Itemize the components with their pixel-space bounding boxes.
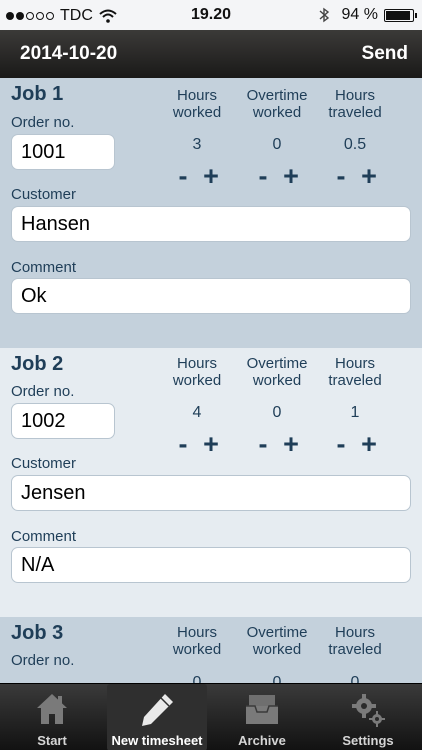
nav-bar: 2014-10-20 Send <box>0 30 422 78</box>
job-section-1: Job 1 Order no. 1001 Hours worked 3 - + Ov… <box>0 78 422 348</box>
home-icon <box>37 694 67 724</box>
battery-level <box>386 11 410 20</box>
overtime-worked-minus-button[interactable]: - <box>249 161 277 192</box>
status-bar: TDC 19.20 94 % <box>0 0 422 30</box>
job-title: Job 3 <box>11 622 64 644</box>
comment-label: Comment <box>11 528 77 545</box>
overtime-worked-control: Overtime worked 0 - + <box>232 355 322 460</box>
overtime-worked-control: Overtime worked 0 <box>232 624 322 683</box>
hours-traveled-minus-button[interactable]: - <box>327 429 355 460</box>
bluetooth-icon <box>319 7 330 23</box>
hours-traveled-control: Hours traveled 0 <box>310 624 400 683</box>
customer-label: Customer <box>11 455 77 472</box>
comment-field[interactable]: N/A <box>11 547 411 583</box>
hours-worked-value: 0 <box>192 674 202 683</box>
order-no-label: Order no. <box>11 383 75 400</box>
battery-icon <box>384 9 417 22</box>
hours-worked-control: Hours worked 3 - + <box>152 87 242 192</box>
overtime-worked-plus-button[interactable]: + <box>277 429 305 460</box>
hours-traveled-control: Hours traveled 1 - + <box>310 355 400 460</box>
overtime-worked-control: Overtime worked 0 - + <box>232 87 322 192</box>
gears-icon <box>352 694 385 727</box>
comment-label: Comment <box>11 259 77 276</box>
overtime-worked-value: 0 <box>272 404 282 421</box>
timesheet-date: 2014-10-20 <box>20 43 118 64</box>
customer-field[interactable]: Jensen <box>11 475 411 511</box>
customer-label: Customer <box>11 186 77 203</box>
job-title: Job 2 <box>11 353 64 375</box>
hours-traveled-value: 0.5 <box>343 136 367 153</box>
hours-worked-minus-button[interactable]: - <box>169 161 197 192</box>
overtime-worked-plus-button[interactable]: + <box>277 161 305 192</box>
order-no-label: Order no. <box>11 652 75 669</box>
order-no-field[interactable]: 1002 <box>11 403 115 439</box>
tab-settings[interactable]: Settings <box>318 684 418 750</box>
hours-worked-control: Hours worked 4 - + <box>152 355 242 460</box>
order-no-field[interactable]: 1001 <box>11 134 115 170</box>
hours-worked-plus-button[interactable]: + <box>197 161 225 192</box>
hours-worked-minus-button[interactable]: - <box>169 429 197 460</box>
hours-worked-value: 4 <box>192 404 202 421</box>
hours-worked-control: Hours worked 0 <box>152 624 242 683</box>
tab-start[interactable]: Start <box>2 684 102 750</box>
send-button[interactable]: Send <box>362 43 408 65</box>
tab-new-timesheet[interactable]: New timesheet <box>107 684 207 750</box>
hours-traveled-plus-button[interactable]: + <box>355 161 383 192</box>
pencil-icon <box>142 694 173 726</box>
hours-traveled-plus-button[interactable]: + <box>355 429 383 460</box>
job-section-3: Job 3 Order no. Hours worked 0 Overtime wo… <box>0 617 422 683</box>
hours-traveled-control: Hours traveled 0.5 - + <box>310 87 400 192</box>
order-no-label: Order no. <box>11 114 75 131</box>
overtime-worked-minus-button[interactable]: - <box>249 429 277 460</box>
customer-field[interactable]: Hansen <box>11 206 411 242</box>
battery-percent: 94 % <box>341 6 378 23</box>
hours-traveled-value: 1 <box>350 404 360 421</box>
tab-archive[interactable]: Archive <box>212 684 312 750</box>
job-title: Job 1 <box>11 83 64 105</box>
comment-field[interactable]: Ok <box>11 278 411 314</box>
hours-traveled-value: 0 <box>350 674 360 683</box>
hours-worked-plus-button[interactable]: + <box>197 429 225 460</box>
overtime-worked-value: 0 <box>272 136 282 153</box>
hours-worked-value: 3 <box>192 136 202 153</box>
overtime-worked-value: 0 <box>272 674 282 683</box>
hours-traveled-minus-button[interactable]: - <box>327 161 355 192</box>
tab-bar: Start New timesheet Archive Settings <box>0 683 422 750</box>
inbox-tray-icon <box>246 695 278 724</box>
job-section-2: Job 2 Order no. 1002 Hours worked 4 - + Ov… <box>0 348 422 617</box>
